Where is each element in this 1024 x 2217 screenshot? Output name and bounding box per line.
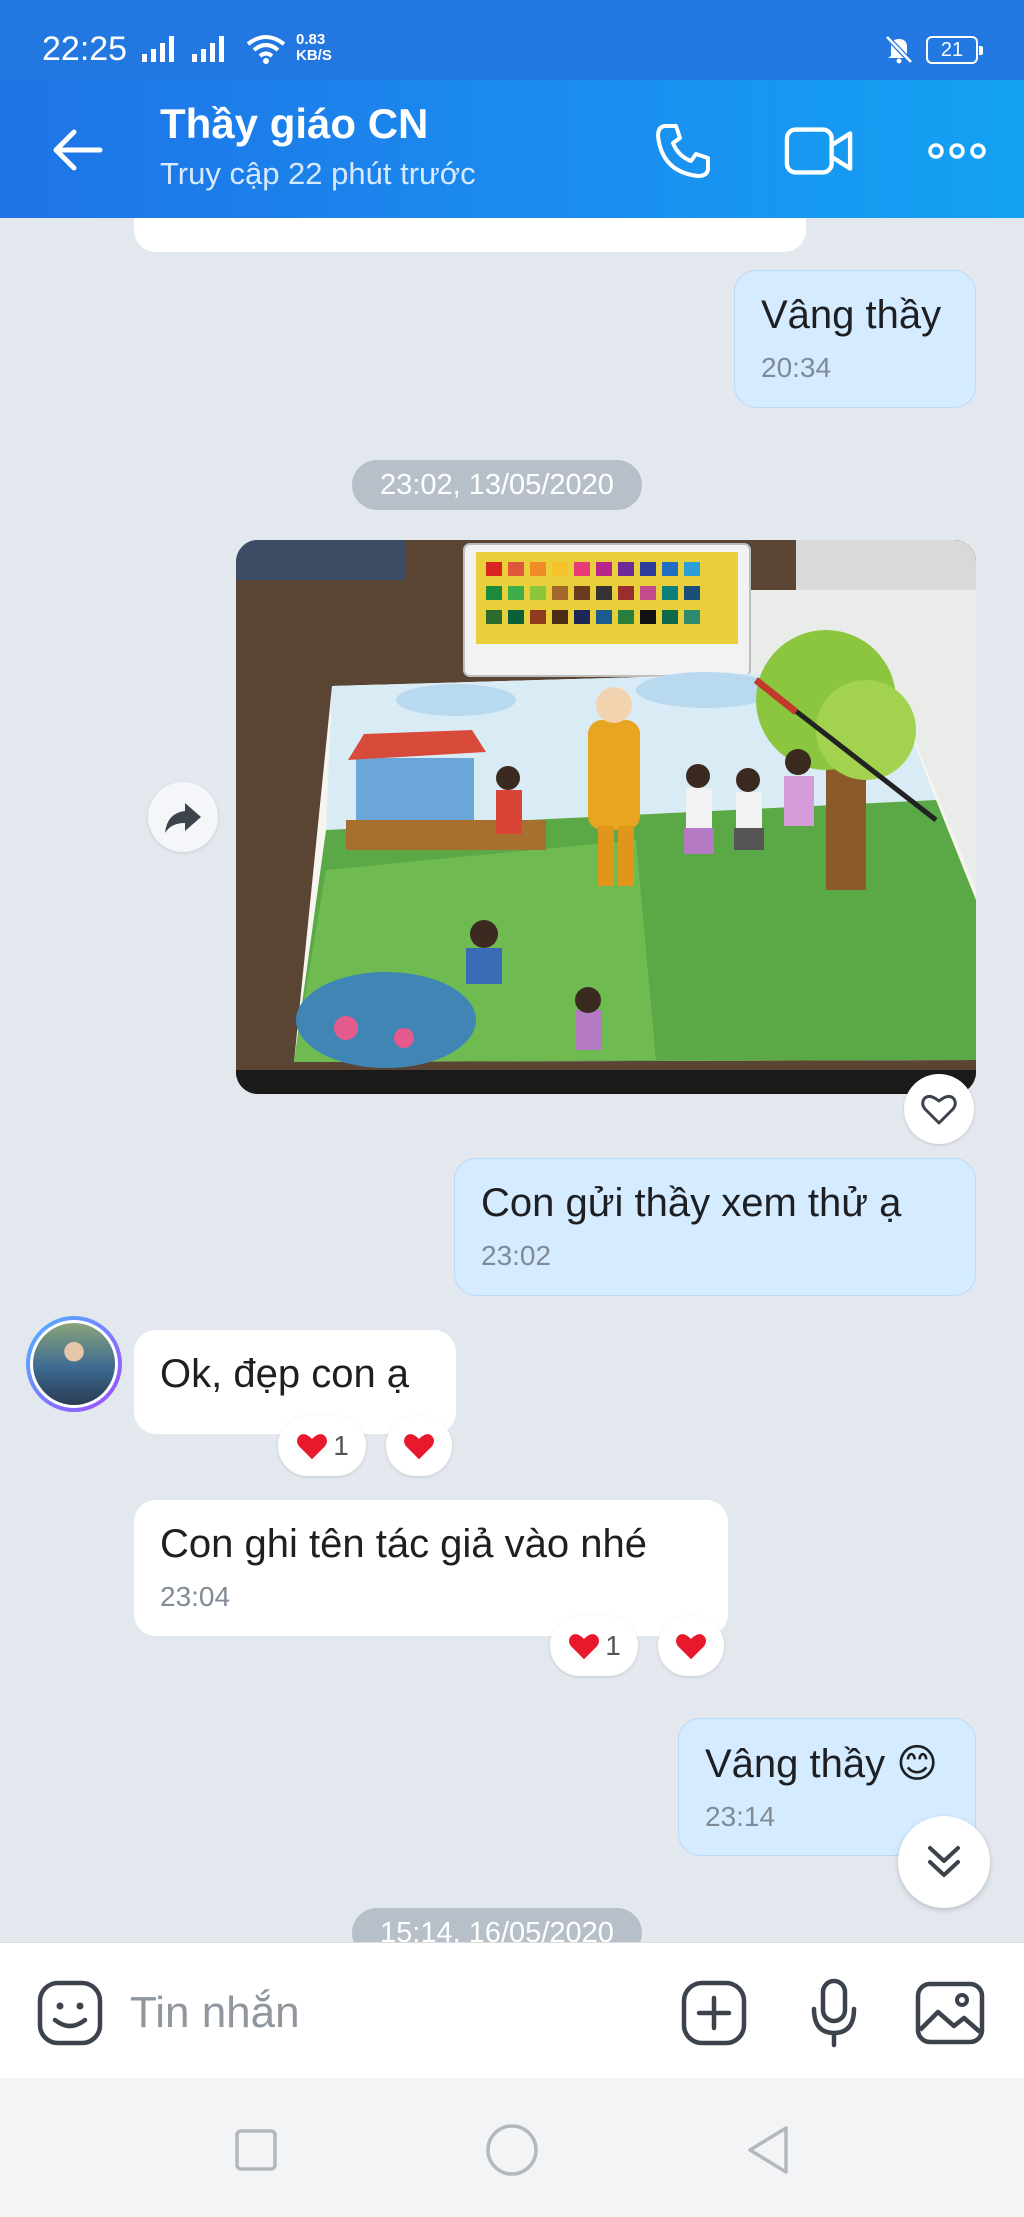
date-separator: 23:02, 13/05/2020 <box>352 460 642 510</box>
message-bubble-outgoing[interactable]: Con gửi thầy xem thử ạ 23:02 <box>454 1158 976 1296</box>
quick-heart-button[interactable] <box>658 1616 724 1676</box>
quick-heart-button[interactable] <box>386 1416 452 1476</box>
date-separator: 15:14, 16/05/2020 <box>352 1908 642 1942</box>
square-icon <box>235 2129 277 2171</box>
video-camera-icon <box>784 127 853 175</box>
message-bubble-outgoing[interactable]: Vâng thầy 20:34 <box>734 270 976 408</box>
phone-icon <box>656 124 710 178</box>
signal-icon-2 <box>192 36 224 62</box>
avatar[interactable] <box>26 1316 122 1412</box>
network-speed: 0.83 KB/S <box>296 31 332 64</box>
message-text: Con gửi thầy xem thử ạ <box>481 1181 902 1225</box>
forward-button[interactable] <box>148 782 218 852</box>
message-input[interactable] <box>130 1983 650 2043</box>
avatar-photo <box>33 1323 115 1405</box>
voice-message-button[interactable] <box>796 1975 872 2051</box>
triangle-back-icon <box>748 2126 788 2174</box>
plus-box-icon <box>681 1980 747 2046</box>
last-seen-status: Truy cập 22 phút trước <box>160 156 476 191</box>
back-button[interactable] <box>46 118 110 182</box>
more-options-button[interactable] <box>922 116 992 186</box>
image-icon <box>915 1981 985 2045</box>
chat-header: Thầy giáo CN Truy cập 22 phút trước <box>0 80 1024 218</box>
wifi-icon <box>246 35 286 64</box>
gallery-button[interactable] <box>912 1975 988 2051</box>
heart-icon <box>569 1634 600 1660</box>
more-dots-icon <box>928 143 986 159</box>
double-chevron-down-icon <box>928 1846 960 1877</box>
scroll-to-bottom-button[interactable] <box>898 1816 990 1908</box>
heart-icon <box>676 1634 706 1660</box>
system-nav-bar <box>0 2078 1024 2217</box>
react-button[interactable] <box>904 1074 974 1144</box>
message-list[interactable]: Vâng thầy 20:34 23:02, 13/05/2020 Con gử… <box>0 218 1024 1942</box>
shared-photo[interactable] <box>236 540 976 1094</box>
sticker-smile-icon <box>37 1980 103 2046</box>
emoji-button[interactable] <box>32 1975 108 2051</box>
call-button[interactable] <box>648 116 718 186</box>
painting-image <box>236 540 976 1094</box>
message-time: 23:02 <box>481 1240 552 1271</box>
heart-icon <box>404 1434 434 1460</box>
message-text: Vâng thầy 😊 <box>705 1742 938 1786</box>
more-attachments-button[interactable] <box>676 1975 752 2051</box>
message-bubble-partial[interactable] <box>134 218 806 252</box>
battery-icon: 21 <box>926 36 983 64</box>
message-time: 23:04 <box>160 1581 231 1612</box>
message-text: Ok, đẹp con ạ <box>160 1352 410 1396</box>
signal-icon <box>142 36 174 62</box>
heart-outline-icon <box>921 1094 957 1125</box>
microphone-icon <box>811 1978 857 2048</box>
heart-icon <box>297 1434 328 1460</box>
back-nav-button[interactable] <box>738 2120 798 2180</box>
message-text: Vâng thầy <box>761 293 942 337</box>
status-time: 22:25 <box>42 30 128 68</box>
recents-button[interactable] <box>226 2120 286 2180</box>
message-text: Con ghi tên tác giả vào nhé <box>160 1522 648 1566</box>
reaction-count[interactable]: 1 <box>550 1616 638 1676</box>
message-bubble-incoming[interactable]: Con ghi tên tác giả vào nhé 23:04 <box>134 1500 728 1636</box>
bell-muted-icon <box>885 35 913 64</box>
contact-name[interactable]: Thầy giáo CN <box>160 100 428 148</box>
video-call-button[interactable] <box>784 116 854 186</box>
circle-icon <box>486 2124 538 2176</box>
status-bar: 22:25 0.83 KB/S 21 <box>0 0 1024 80</box>
message-time: 20:34 <box>761 352 832 383</box>
arrow-left-icon <box>53 129 103 171</box>
home-button[interactable] <box>482 2120 542 2180</box>
reaction-count[interactable]: 1 <box>278 1416 366 1476</box>
forward-arrow-icon <box>165 803 201 833</box>
message-composer <box>0 1942 1024 2078</box>
